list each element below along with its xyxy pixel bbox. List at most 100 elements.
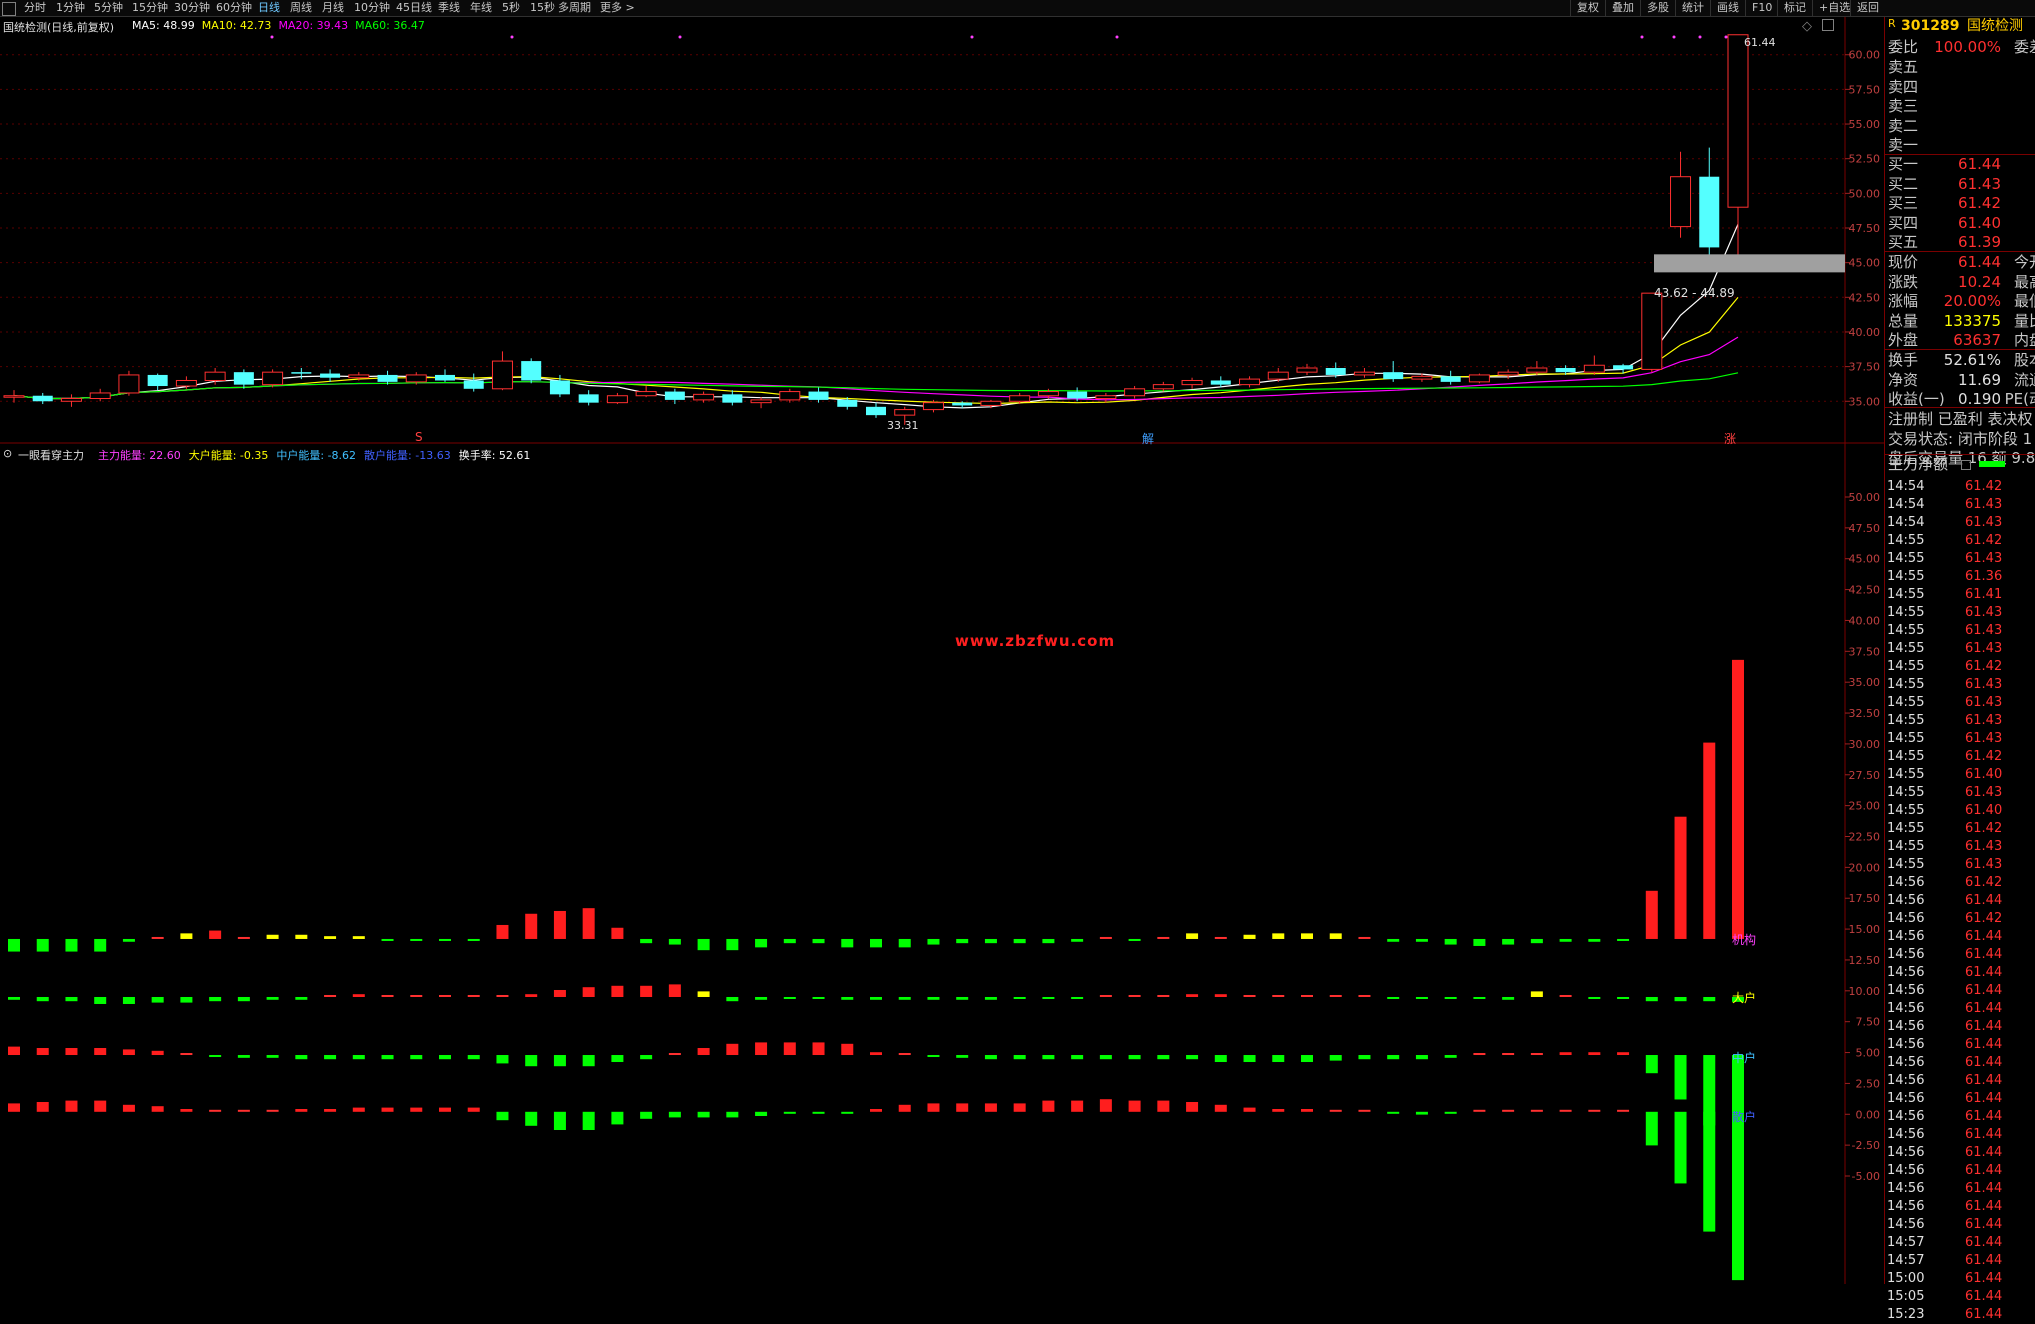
- period-tab-8[interactable]: 月线: [322, 0, 344, 16]
- period-tab-2[interactable]: 5分钟: [94, 0, 123, 16]
- checkbox-icon[interactable]: [1961, 460, 1971, 470]
- energy-bar-3: [1473, 1109, 1486, 1112]
- ma-label-0: MA5: 48.99: [132, 19, 195, 32]
- energy-bar-0: [496, 924, 509, 939]
- energy-bar-2: [783, 1042, 796, 1056]
- bid-row-key: 买三: [1888, 194, 1919, 212]
- r-badge-icon: R: [1888, 17, 1896, 30]
- quote-row-value: 20.00%: [1943, 292, 2001, 310]
- energy-bar-2: [410, 1055, 423, 1060]
- period-tab-4[interactable]: 30分钟: [174, 0, 210, 16]
- energy-bar-3: [439, 1107, 451, 1112]
- event-dot: [270, 35, 274, 39]
- tick-row-15: 14:55 61.42: [1885, 748, 2035, 766]
- period-tab-3[interactable]: 15分钟: [132, 0, 168, 16]
- energy-bar-1: [65, 996, 78, 1002]
- tick-price: 61.44: [1965, 1001, 2003, 1016]
- period-tab-13[interactable]: 5秒: [502, 0, 520, 16]
- quote-row-value: 61.44: [1958, 253, 2001, 271]
- toolbar-tool-8[interactable]: 返回: [1850, 0, 1885, 16]
- marker-s[interactable]: S: [415, 430, 423, 444]
- energy-bar-0: [1617, 938, 1630, 941]
- tick-time: 14:56: [1887, 1055, 1925, 1070]
- maximize-icon[interactable]: [1822, 19, 1834, 31]
- quote2-row-key: 净资: [1888, 370, 1919, 389]
- indicator-tick-label: -2.50: [1852, 1139, 1880, 1152]
- candle-body: [348, 374, 370, 379]
- quote-row-key: 外盘: [1888, 331, 1919, 349]
- candle-body: [1670, 176, 1692, 228]
- tick-time: 14:54: [1887, 497, 1925, 512]
- tick-time: 14:55: [1887, 785, 1925, 800]
- energy-bar-2: [1013, 1055, 1026, 1060]
- indicator-dropdown-icon[interactable]: ⊙: [3, 447, 12, 460]
- ask-row-key: 卖五: [1888, 58, 1919, 76]
- indicator-tick-label: 40.00: [1849, 614, 1881, 627]
- tick-price: 61.44: [1965, 1037, 2003, 1052]
- tick-time: 14:55: [1887, 533, 1925, 548]
- tick-price: 61.43: [1965, 605, 2003, 620]
- kline-chart[interactable]: 60.00 57.50 55.00 52.50 50.00 47.50 45.00 42.50…: [0, 17, 1884, 444]
- energy-bar-1: [1329, 994, 1342, 997]
- tick-price: 61.44: [1965, 1109, 2003, 1124]
- ma20-line: [13, 336, 1739, 401]
- energy-bar-0: [726, 938, 739, 951]
- period-tab-7[interactable]: 周线: [290, 0, 312, 16]
- candle-body: [262, 371, 284, 386]
- period-tab-0[interactable]: 分时: [24, 0, 46, 16]
- tick-price: 61.43: [1965, 623, 2003, 638]
- energy-bar-0: [1071, 938, 1084, 942]
- period-tab-15[interactable]: 多周期: [558, 0, 591, 16]
- tick-row-17: 14:55 61.43: [1885, 784, 2035, 802]
- energy-bar-0: [94, 938, 107, 952]
- toolbar-tool-5[interactable]: F10: [1745, 0, 1778, 16]
- tick-time: 14:55: [1887, 695, 1925, 710]
- toolbar-tool-4[interactable]: 画线: [1710, 0, 1745, 16]
- energy-bar-3: [1588, 1109, 1601, 1112]
- energy-bar-3: [94, 1100, 107, 1112]
- period-tab-1[interactable]: 1分钟: [56, 0, 85, 16]
- energy-bar-1: [295, 996, 308, 1000]
- energy-bar-0: [956, 938, 969, 944]
- energy-bar-0: [1186, 933, 1199, 939]
- stock-header: R 301289 国统检测: [1885, 17, 2035, 36]
- tick-time: 14:56: [1887, 1001, 1925, 1016]
- energy-bar-3: [496, 1111, 509, 1121]
- toolbar-tool-1[interactable]: 叠加: [1605, 0, 1640, 16]
- energy-bar-1: [1444, 996, 1457, 999]
- period-tab-11[interactable]: 季线: [438, 0, 460, 16]
- tick-price: 61.44: [1965, 1307, 2003, 1322]
- toolbar-tool-2[interactable]: 多股: [1640, 0, 1675, 16]
- candle-body: [60, 398, 82, 402]
- tick-time: 14:56: [1887, 1163, 1925, 1178]
- candle-body: [635, 391, 657, 397]
- menu-icon[interactable]: [2, 2, 16, 16]
- candle-body: [1009, 395, 1031, 402]
- toolbar-tool-3[interactable]: 统计: [1675, 0, 1710, 16]
- period-tab-10[interactable]: 45日线: [396, 0, 432, 16]
- energy-bar-1: [956, 996, 969, 1000]
- energy-bar-0: [467, 938, 480, 941]
- energy-bar-0: [1099, 936, 1112, 939]
- indicator-chart[interactable]: 50.00 47.50 45.00 42.50 40.00 37.50 35.00 32.50…: [0, 444, 1884, 1284]
- energy-bar-3: [898, 1104, 911, 1112]
- collapse-icon[interactable]: ◇: [1802, 19, 1812, 34]
- bid-row-value: 61.43: [1958, 174, 2001, 193]
- period-tab-16[interactable]: 更多 >: [600, 0, 635, 16]
- toolbar-tool-0[interactable]: 复权: [1570, 0, 1605, 16]
- period-tab-9[interactable]: 10分钟: [354, 0, 390, 16]
- ma-label-2: MA20: 39.43: [278, 19, 349, 32]
- energy-bar-1: [812, 996, 825, 999]
- period-tab-5[interactable]: 60分钟: [216, 0, 252, 16]
- energy-bar-0: [1703, 742, 1716, 939]
- energy-bar-2: [927, 1055, 940, 1058]
- candle-body: [779, 391, 801, 401]
- energy-bar-1: [151, 996, 164, 1003]
- energy-bar-0: [266, 934, 279, 939]
- period-tab-6[interactable]: 日线: [258, 0, 280, 16]
- period-tab-14[interactable]: 15秒: [530, 0, 555, 16]
- period-tab-12[interactable]: 年线: [470, 0, 492, 16]
- candle-body: [175, 379, 197, 387]
- toolbar-tool-6[interactable]: 标记: [1777, 0, 1812, 16]
- energy-bar-1: [1358, 994, 1371, 997]
